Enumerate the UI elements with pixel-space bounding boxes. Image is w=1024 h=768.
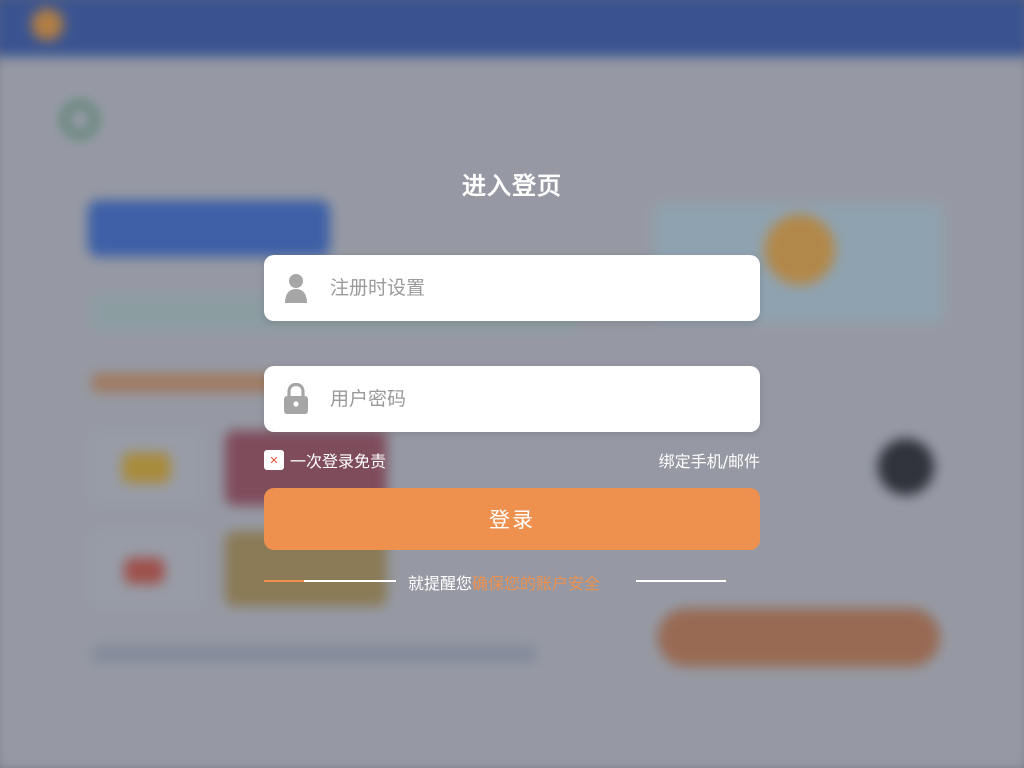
bind-phone-email-link[interactable]: 绑定手机/邮件 (659, 448, 760, 472)
hint-highlight: 确保您的账户安全 (472, 574, 601, 593)
user-icon (282, 272, 310, 304)
hint-divider-left (264, 580, 396, 582)
password-field[interactable] (264, 366, 760, 432)
hint-prefix: 就提醒您 (408, 574, 473, 593)
remember-label: 一次登录免责 (290, 452, 387, 471)
dialog-title: 进入登页 (462, 172, 562, 200)
remember-checkbox[interactable]: ✕ (264, 450, 284, 470)
login-button[interactable]: 登录 (264, 488, 760, 550)
lock-icon (282, 382, 310, 415)
username-input[interactable] (330, 255, 740, 321)
password-input[interactable] (330, 366, 740, 432)
hint-divider-right (636, 580, 726, 582)
security-hint: 就提醒您确保您的账户安全 (264, 570, 760, 594)
hint-text: 就提醒您确保您的账户安全 (408, 570, 600, 594)
remember-option[interactable]: ✕ 一次登录免责 (264, 448, 386, 472)
username-field[interactable] (264, 255, 760, 321)
